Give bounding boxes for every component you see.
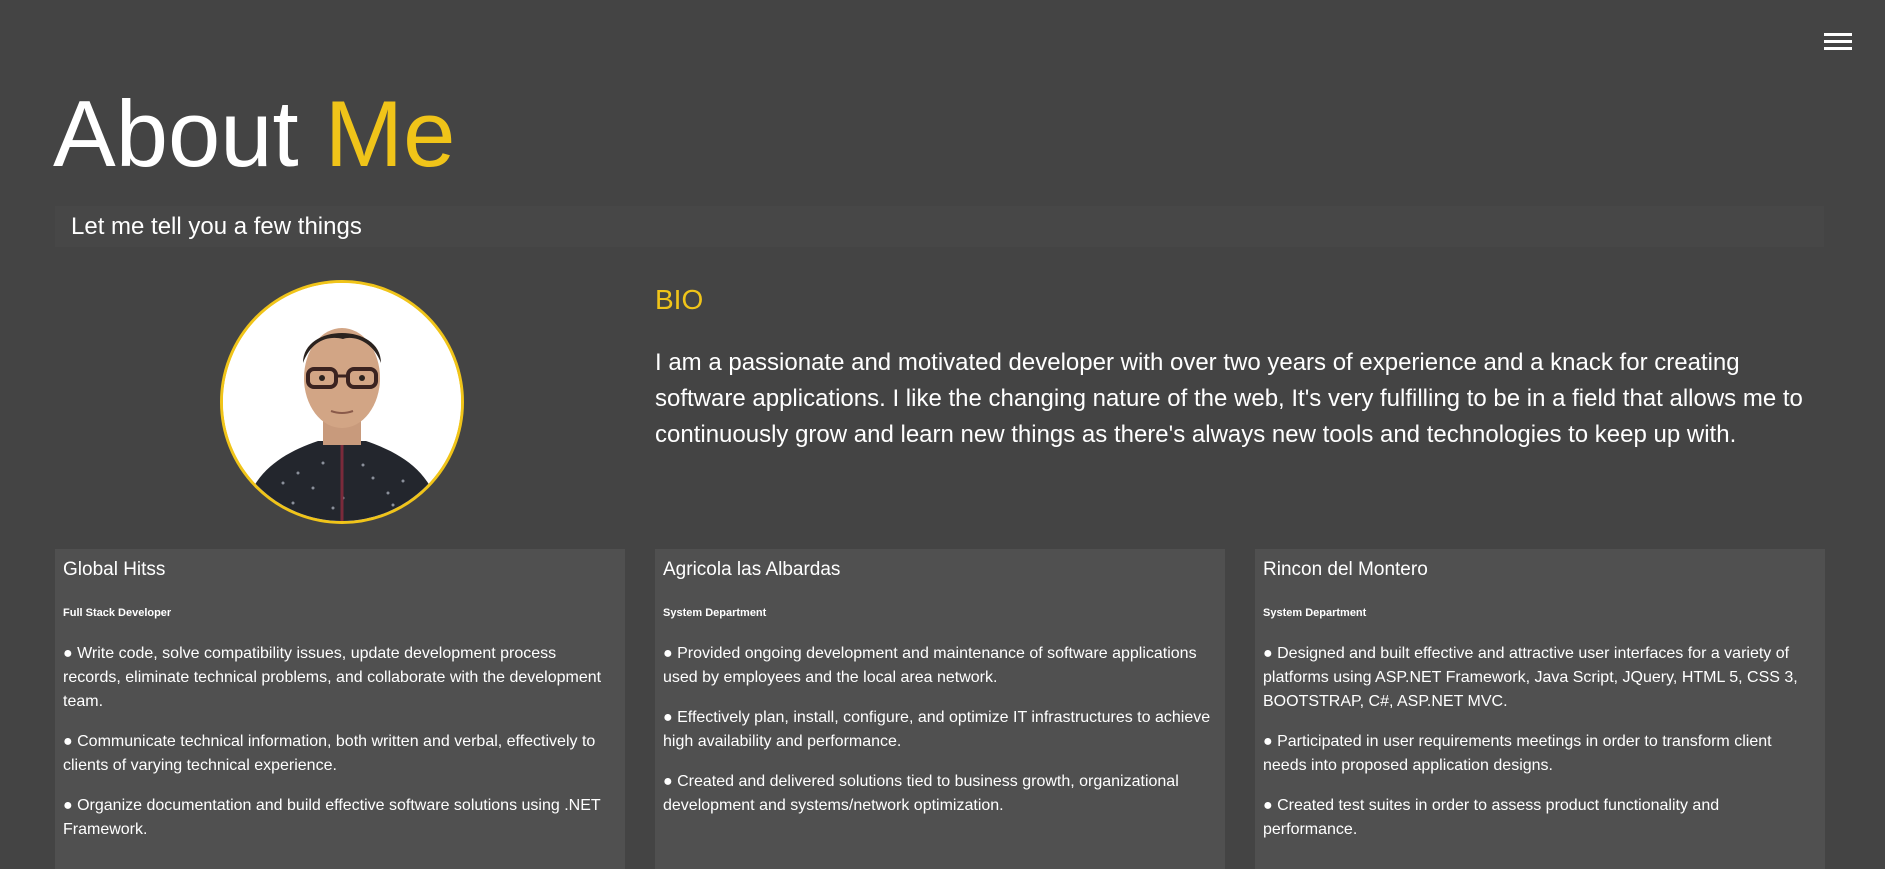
page-title-me: Me (324, 81, 456, 186)
job-card: Agricola las Albardas System Department … (655, 549, 1225, 869)
page-title-about: About (53, 81, 299, 186)
job-duty-item: ● Write code, solve compatibility issues… (63, 645, 602, 710)
job-duties-list: ● Provided ongoing development and maint… (663, 642, 1217, 818)
job-role: System Department (1263, 607, 1367, 619)
menu-bar (1824, 47, 1852, 50)
job-company: Global Hitss (63, 559, 166, 580)
job-duty-item: ● Effectively plan, install, configure, … (663, 709, 1211, 750)
subtitle-text: Let me tell you a few things (71, 213, 362, 240)
job-duty-item: ● Created and delivered solutions tied t… (663, 773, 1179, 814)
job-company: Rincon del Montero (1263, 559, 1428, 580)
job-duty-item: ● Organize documentation and build effec… (63, 797, 601, 838)
job-duty-item: ● Designed and built effective and attra… (1263, 645, 1798, 710)
subtitle-bar: Let me tell you a few things (55, 206, 1824, 247)
job-card: Global Hitss Full Stack Developer ● Writ… (55, 549, 625, 869)
bio-text: I am a passionate and motivated develope… (655, 349, 1803, 448)
job-duty-item: ● Created test suites in order to assess… (1263, 797, 1720, 838)
job-duties-list: ● Write code, solve compatibility issues… (63, 642, 617, 842)
menu-bar (1824, 33, 1852, 36)
job-card: Rincon del Montero System Department ● D… (1255, 549, 1825, 869)
job-duty-item: ● Participated in user requirements meet… (1263, 733, 1772, 774)
hamburger-menu-icon[interactable] (1822, 30, 1854, 54)
profile-photo-icon (223, 283, 461, 521)
job-role: System Department (663, 607, 767, 619)
menu-bar (1824, 40, 1852, 43)
job-company: Agricola las Albardas (663, 559, 841, 580)
bio-heading: BIO (655, 284, 704, 315)
job-role: Full Stack Developer (63, 607, 172, 619)
job-duty-item: ● Communicate technical information, bot… (63, 733, 596, 774)
avatar (220, 280, 464, 524)
page-title: About Me (53, 84, 455, 184)
job-duty-item: ● Provided ongoing development and maint… (663, 645, 1197, 686)
job-duties-list: ● Designed and built effective and attra… (1263, 642, 1817, 842)
